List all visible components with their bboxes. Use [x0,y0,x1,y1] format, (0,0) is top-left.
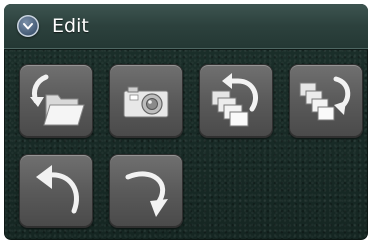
rotate-all-right-icon [299,76,351,121]
open-folder-button[interactable] [19,64,93,138]
rotate-all-left-button[interactable] [199,64,273,138]
collapse-button[interactable] [17,15,39,37]
rotate-all-left-icon [211,73,258,127]
camera-button[interactable] [109,64,183,138]
rotate-right-icon [125,171,168,217]
open-folder-icon [30,74,85,126]
panel-header: Edit [4,4,368,49]
rotate-all-right-button[interactable] [289,64,363,138]
edit-panel: Edit [4,4,368,240]
rotate-left-icon [36,165,79,214]
chevron-up-icon [23,23,33,30]
panel-title: Edit [52,15,89,37]
camera-icon [123,86,169,118]
rotate-left-button[interactable] [19,154,93,228]
rotate-right-button[interactable] [109,154,183,228]
